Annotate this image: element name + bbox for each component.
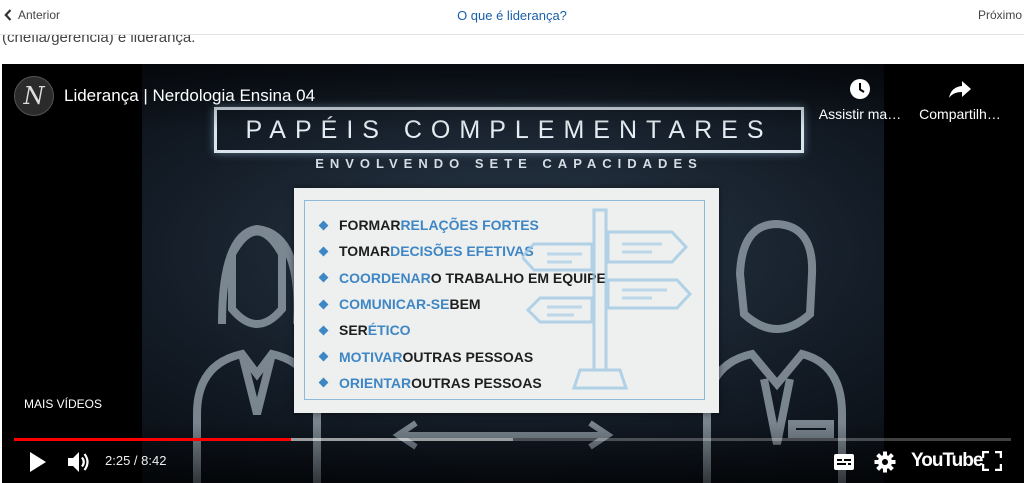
capacity-text-before: FORMAR bbox=[339, 217, 401, 234]
diamond-bullet-icon bbox=[318, 272, 329, 283]
diamond-bullet-icon bbox=[318, 220, 329, 231]
diamond-bullet-icon bbox=[318, 377, 329, 388]
channel-logo-letter: N bbox=[23, 82, 45, 110]
capacity-text-highlight: COORDENAR bbox=[339, 269, 431, 286]
next-lesson-link[interactable]: Próximo bbox=[978, 8, 1022, 22]
watch-later-label: Assistir ma… bbox=[818, 106, 902, 122]
capacity-text-highlight: DECISÕES EFETIVAS bbox=[390, 243, 534, 260]
lesson-title[interactable]: O que é liderança? bbox=[0, 8, 1024, 23]
share-button[interactable]: Compartilh… bbox=[914, 78, 1006, 122]
capacity-text-before: SER bbox=[339, 322, 368, 339]
channel-avatar[interactable]: N bbox=[14, 76, 54, 116]
play-icon[interactable] bbox=[28, 451, 48, 473]
capacity-text-highlight: RELAÇÕES FORTES bbox=[400, 217, 539, 234]
capacity-text-highlight: COMUNICAR-SE bbox=[339, 296, 450, 313]
watch-later-button[interactable]: Assistir ma… bbox=[814, 78, 906, 122]
progress-played bbox=[14, 438, 292, 441]
capacity-text-after: OUTRAS PESSOAS bbox=[402, 348, 534, 365]
diamond-bullet-icon bbox=[318, 299, 329, 309]
capacity-text-before: TOMAR bbox=[339, 243, 391, 260]
share-label: Compartilh… bbox=[919, 106, 1001, 122]
lesson-navigation-bar: Anterior O que é liderança? Próximo bbox=[0, 0, 1024, 35]
signpost-illustration bbox=[522, 208, 693, 390]
capacity-text-after: BEM bbox=[449, 296, 481, 313]
gear-icon[interactable] bbox=[874, 451, 896, 473]
progress-bar[interactable] bbox=[14, 438, 1011, 441]
capacity-text-highlight: ORIENTAR bbox=[339, 374, 412, 391]
diamond-bullet-icon bbox=[318, 351, 329, 362]
subtitles-icon[interactable] bbox=[833, 453, 855, 471]
capacity-text-highlight: ÉTICO bbox=[367, 322, 411, 339]
clock-icon bbox=[850, 79, 870, 99]
volume-icon[interactable] bbox=[66, 450, 92, 474]
video-title[interactable]: Liderança | Nerdologia Ensina 04 bbox=[64, 86, 315, 106]
diamond-bullet-icon bbox=[318, 246, 329, 257]
share-arrow-icon bbox=[949, 81, 971, 98]
more-videos-button[interactable]: MAIS VÍDEOS bbox=[24, 397, 102, 411]
video-player[interactable]: PAPÉIS COMPLEMENTARES ENVOLVENDO SETE CA… bbox=[2, 64, 1024, 483]
youtube-logo[interactable]: YouTube bbox=[911, 450, 983, 472]
fullscreen-icon[interactable] bbox=[982, 451, 1002, 471]
capacity-text-highlight: MOTIVAR bbox=[339, 348, 403, 365]
slide-subtitle: ENVOLVENDO SETE CAPACIDADES bbox=[315, 156, 703, 171]
diamond-bullet-icon bbox=[318, 325, 329, 336]
time-display: 2:25 / 8:42 bbox=[105, 453, 167, 468]
